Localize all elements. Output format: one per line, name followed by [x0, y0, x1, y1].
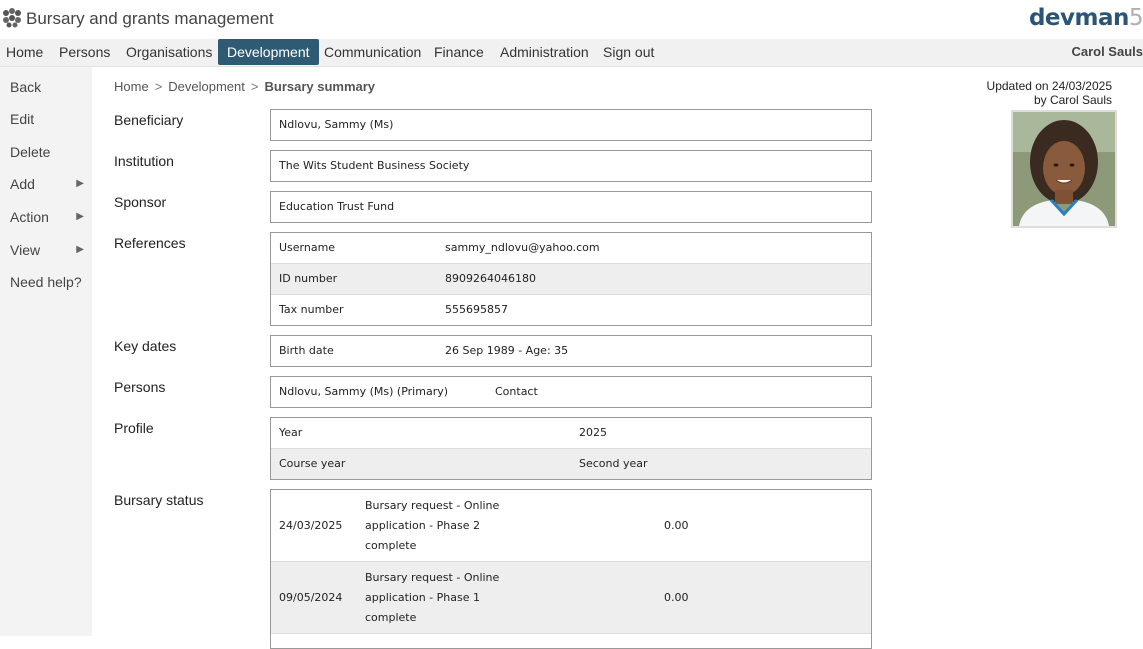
top-bar: Bursary and grants management devman5: [0, 0, 1143, 39]
app-logo-icon: [3, 8, 21, 28]
sidebar-item-back[interactable]: Back: [10, 79, 84, 95]
nav-development[interactable]: Development: [218, 39, 319, 65]
table-row: Course year Second year: [271, 449, 871, 479]
brand-logo: devman5: [1029, 5, 1143, 31]
updated-by: by Carol Sauls: [1033, 93, 1112, 107]
reference-label: ID number: [279, 272, 338, 285]
table-row: Tax number 555695857: [271, 295, 871, 325]
beneficiary-field[interactable]: Ndlovu, Sammy (Ms): [270, 109, 872, 141]
brand-name: devman: [1028, 5, 1129, 31]
reference-value: sammy_ndlovu@yahoo.com: [445, 241, 600, 254]
table-row[interactable]: Ndlovu, Sammy (Ms) (Primary) Contact: [271, 377, 871, 407]
sidebar-item-label: Back: [10, 79, 42, 95]
current-user[interactable]: Carol Sauls: [1071, 39, 1143, 65]
status-description: Bursary request - Online application - P…: [365, 571, 500, 624]
nav-organisations[interactable]: Organisations: [117, 39, 221, 66]
bursary-status-table: 24/03/2025 Bursary request - Online appl…: [270, 489, 872, 649]
label-profile: Profile: [114, 420, 154, 436]
key-date-value: 26 Sep 1989 - Age: 35: [445, 344, 569, 357]
sidebar-item-label: Need help?: [10, 274, 82, 290]
main-nav: Home Persons Organisations Development C…: [0, 39, 1143, 67]
person-name: Ndlovu, Sammy (Ms) (Primary): [279, 385, 449, 398]
sidebar-item-action[interactable]: Action ▶: [10, 209, 84, 225]
sidebar-item-delete[interactable]: Delete: [10, 144, 84, 160]
reference-value: 555695857: [445, 303, 508, 316]
nav-communication[interactable]: Communication: [315, 39, 430, 66]
profile-value: Second year: [579, 457, 648, 470]
label-references: References: [114, 235, 186, 251]
label-key-dates: Key dates: [114, 338, 177, 354]
nav-administration[interactable]: Administration: [491, 39, 598, 66]
chevron-right-icon: ▶: [76, 178, 84, 189]
institution-field[interactable]: The Wits Student Business Society: [270, 150, 872, 182]
brand-version: 5: [1128, 5, 1143, 31]
reference-label: Username: [279, 241, 336, 254]
breadcrumb-current: Bursary summary: [264, 79, 376, 94]
label-sponsor: Sponsor: [114, 194, 167, 210]
reference-value: 8909264046180: [445, 272, 536, 285]
breadcrumb: Home > Development > Bursary summary: [114, 79, 375, 94]
breadcrumb-separator: >: [250, 79, 259, 94]
nav-finance[interactable]: Finance: [425, 39, 493, 66]
key-date-label: Birth date: [279, 344, 334, 357]
reference-label: Tax number: [279, 303, 344, 316]
profile-label: Course year: [279, 457, 346, 470]
table-row: Birth date 26 Sep 1989 - Age: 35: [271, 336, 871, 366]
label-bursary-status: Bursary status: [114, 492, 204, 508]
persons-table: Ndlovu, Sammy (Ms) (Primary) Contact: [270, 376, 872, 408]
nav-persons[interactable]: Persons: [50, 39, 119, 66]
table-row: Username sammy_ndlovu@yahoo.com: [271, 233, 871, 264]
profile-table: Year 2025 Course year Second year: [270, 417, 872, 480]
status-date: 09/05/2024: [279, 591, 343, 604]
updated-date: Updated on 24/03/2025: [986, 79, 1112, 93]
sidebar-item-help[interactable]: Need help?: [10, 274, 84, 290]
updated-info: Updated on 24/03/2025 by Carol Sauls: [987, 79, 1112, 107]
sidebar: Back Edit Delete Add ▶ Action ▶ View ▶ Need…: [0, 67, 92, 636]
sidebar-item-label: Delete: [10, 144, 51, 160]
sidebar-item-label: Add: [10, 176, 35, 192]
status-amount: 0.00: [664, 519, 689, 532]
person-avatar-icon: [1013, 112, 1115, 226]
nav-sign-out[interactable]: Sign out: [594, 39, 663, 66]
profile-value: 2025: [579, 426, 607, 439]
breadcrumb-separator: >: [154, 79, 163, 94]
nav-home[interactable]: Home: [0, 39, 52, 66]
sidebar-item-view[interactable]: View ▶: [10, 242, 84, 258]
person-role: Contact: [495, 385, 538, 398]
sidebar-item-edit[interactable]: Edit: [10, 111, 84, 127]
chevron-right-icon: ▶: [76, 244, 84, 255]
beneficiary-photo: [1011, 110, 1117, 228]
key-dates-table: Birth date 26 Sep 1989 - Age: 35: [270, 335, 872, 367]
breadcrumb-development[interactable]: Development: [168, 79, 245, 94]
label-persons: Persons: [114, 379, 166, 395]
sidebar-item-label: Action: [10, 209, 49, 225]
table-row[interactable]: 24/03/2025 Bursary request - Online appl…: [271, 490, 871, 562]
profile-label: Year: [279, 426, 303, 439]
references-table: Username sammy_ndlovu@yahoo.com ID numbe…: [270, 232, 872, 326]
label-beneficiary: Beneficiary: [114, 112, 184, 128]
label-institution: Institution: [114, 153, 174, 169]
table-row: Year 2025: [271, 418, 871, 449]
table-row[interactable]: 09/05/2024 Bursary request - Online appl…: [271, 562, 871, 634]
app-title: Bursary and grants management: [26, 9, 274, 28]
sidebar-item-add[interactable]: Add ▶: [10, 176, 84, 192]
breadcrumb-home[interactable]: Home: [114, 79, 149, 94]
sidebar-item-label: Edit: [10, 111, 35, 127]
chevron-right-icon: ▶: [76, 211, 84, 222]
status-amount: 0.00: [664, 591, 689, 604]
main-content: Home > Development > Bursary summary Updated…: [93, 67, 1143, 649]
table-row: ID number 8909264046180: [271, 264, 871, 295]
status-description: Bursary request - Online application - P…: [365, 499, 500, 552]
status-date: 24/03/2025: [279, 519, 343, 532]
sponsor-field[interactable]: Education Trust Fund: [270, 191, 872, 223]
sidebar-item-label: View: [10, 242, 41, 258]
